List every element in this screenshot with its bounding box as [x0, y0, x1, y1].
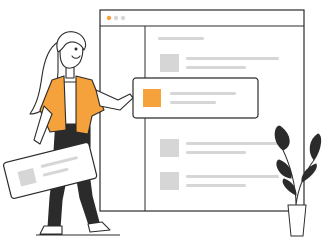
list-item-line: [186, 151, 246, 154]
highlighted-card-line: [170, 101, 216, 104]
shoe-left: [39, 225, 63, 235]
list-item-line: [186, 66, 246, 69]
list-item-thumbnail: [160, 54, 179, 72]
list-item-line: [186, 175, 279, 178]
content-heading-placeholder: [158, 37, 204, 40]
window-dot-gray-2: [120, 15, 126, 21]
list-item-thumbnail: [160, 139, 179, 157]
list-item-line: [186, 142, 279, 145]
highlighted-card: [132, 77, 259, 119]
highlighted-card-line: [170, 92, 236, 95]
window-dot-gray-1: [113, 15, 119, 21]
plant-leaf: [309, 133, 322, 161]
illustration-stage: [0, 0, 329, 241]
eye: [74, 47, 78, 51]
list-item-line: [186, 184, 246, 187]
illustration-canvas: [2, 9, 322, 237]
window-dot-orange: [106, 15, 112, 21]
plant-pot: [287, 204, 307, 237]
highlighted-card-thumbnail: [143, 89, 161, 107]
list-item-thumbnail: [160, 172, 179, 190]
list-item-line: [186, 57, 279, 60]
shoe-right: [87, 221, 111, 233]
